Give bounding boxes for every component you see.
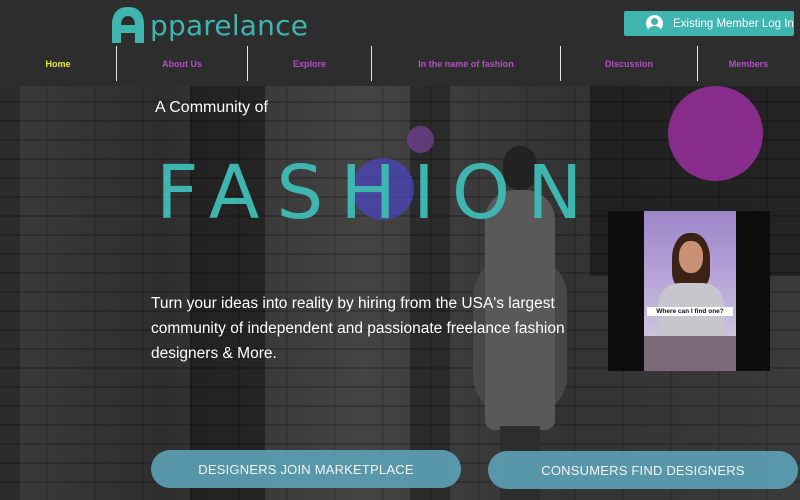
page: pparelance Existing Member Log In Home A… — [0, 0, 800, 500]
site-header: pparelance Existing Member Log In Home A… — [0, 0, 800, 86]
decorative-circle-magenta — [668, 86, 763, 181]
hero-description: Turn your ideas into reality by hiring f… — [151, 295, 565, 362]
hero-section: A Community of FASHION Turn your ideas i… — [0, 86, 800, 500]
designers-join-button[interactable]: DESIGNERS JOIN MARKETPLACE — [151, 450, 461, 488]
nav-item-explore[interactable]: Explore — [248, 46, 371, 81]
decorative-circle-small — [407, 126, 434, 153]
hero-subtitle: A Community of — [155, 99, 268, 116]
nav-item-discussion[interactable]: Discussion — [561, 46, 697, 81]
video-player[interactable]: Where can I find one? — [608, 211, 770, 371]
consumers-find-button[interactable]: CONSUMERS FIND DESIGNERS — [488, 451, 798, 489]
user-avatar-icon — [646, 15, 663, 32]
hero-title: FASHION — [156, 150, 600, 236]
nav-item-in-the-name-of-fashion[interactable]: In the name of fashion — [372, 46, 560, 81]
logo-text: pparelance — [150, 8, 309, 42]
main-nav: Home About Us Explore In the name of fas… — [0, 46, 800, 81]
member-login-label: Existing Member Log In — [673, 17, 794, 30]
logo[interactable]: pparelance — [108, 4, 308, 46]
video-caption: Where can I find one? — [647, 307, 733, 316]
video-frame: Where can I find one? — [644, 211, 736, 371]
nav-item-home[interactable]: Home — [0, 46, 116, 81]
nav-item-members[interactable]: Members — [698, 46, 799, 81]
logo-mark-icon — [112, 7, 144, 43]
nav-item-about-us[interactable]: About Us — [117, 46, 247, 81]
member-login-button[interactable]: Existing Member Log In — [624, 11, 794, 36]
